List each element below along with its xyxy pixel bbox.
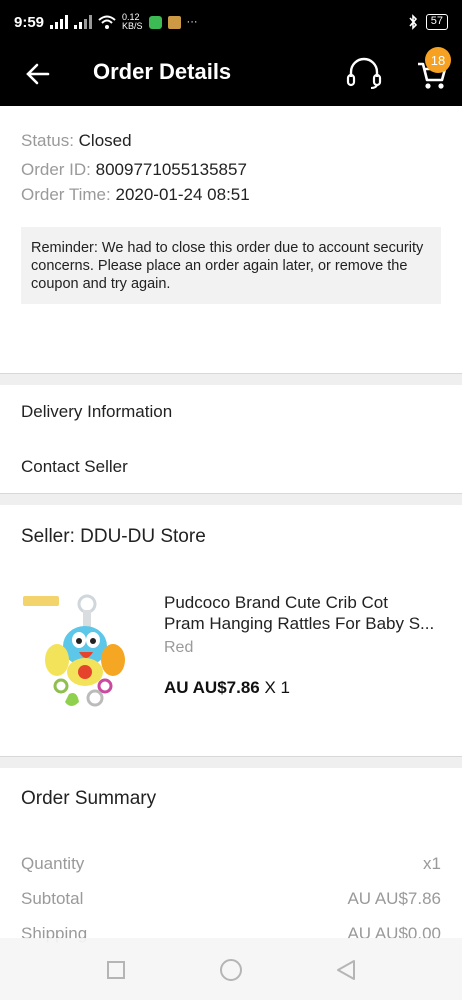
- summary-row-quantity: Quantity x1: [21, 854, 441, 873]
- square-icon: [107, 961, 125, 979]
- cart-count-badge: 18: [425, 47, 451, 73]
- circle-icon: [220, 959, 242, 981]
- delivery-information-link[interactable]: Delivery Information: [21, 402, 172, 422]
- triangle-back-icon: [337, 960, 355, 980]
- contact-seller-link[interactable]: Contact Seller: [21, 457, 128, 477]
- order-time: Order Time: 2020-01-24 08:51: [21, 185, 250, 204]
- home-button[interactable]: [215, 954, 247, 986]
- order-id: Order ID: 8009771055135857: [21, 160, 247, 179]
- signal-icon: [50, 15, 69, 29]
- summary-row-subtotal: Subtotal AU AU$7.86: [21, 889, 441, 908]
- arrow-left-icon: [26, 63, 50, 85]
- customer-service-button[interactable]: [344, 54, 384, 94]
- back-nav-button[interactable]: [330, 954, 362, 986]
- page-title: Order Details: [93, 59, 232, 84]
- bluetooth-icon: [409, 14, 417, 30]
- system-navigation-bar: [0, 938, 462, 1000]
- more-notifications-icon: ···: [186, 16, 198, 28]
- product-title[interactable]: Pudcoco Brand Cute Crib Cot Pram Hanging…: [164, 592, 444, 634]
- section-divider: [0, 756, 462, 768]
- order-summary-title: Order Summary: [21, 788, 157, 809]
- rattle-toy-image: [21, 590, 149, 718]
- status-time: 9:59: [14, 13, 45, 31]
- battery-icon: 57: [425, 14, 448, 30]
- product-price: AU AU$7.86 X 1: [164, 678, 291, 697]
- status-bar: 9:59 0.12 KB/S ··· 57: [0, 0, 462, 44]
- chat-notification-icon: [148, 15, 162, 29]
- product-image[interactable]: [21, 590, 149, 718]
- status-icons: 0.12 KB/S ···: [50, 13, 198, 31]
- section-divider: [0, 373, 462, 385]
- app-bar: Order Details: [0, 44, 462, 106]
- product-quantity: X 1: [264, 678, 291, 697]
- product-variant: Red: [164, 639, 194, 656]
- order-status: Status: Closed: [21, 131, 132, 150]
- back-button[interactable]: [20, 56, 56, 92]
- reminder-notice: Reminder: We had to close this order due…: [21, 227, 441, 304]
- seller-name[interactable]: Seller: DDU-DU Store: [21, 526, 206, 548]
- headset-icon: [346, 57, 382, 89]
- signal-icon-2: [74, 15, 93, 29]
- section-divider: [0, 493, 462, 505]
- network-speed: 0.12 KB/S: [122, 12, 143, 31]
- wifi-icon: [98, 15, 116, 29]
- recent-apps-button[interactable]: [100, 954, 132, 986]
- app-notification-icon: [167, 15, 181, 29]
